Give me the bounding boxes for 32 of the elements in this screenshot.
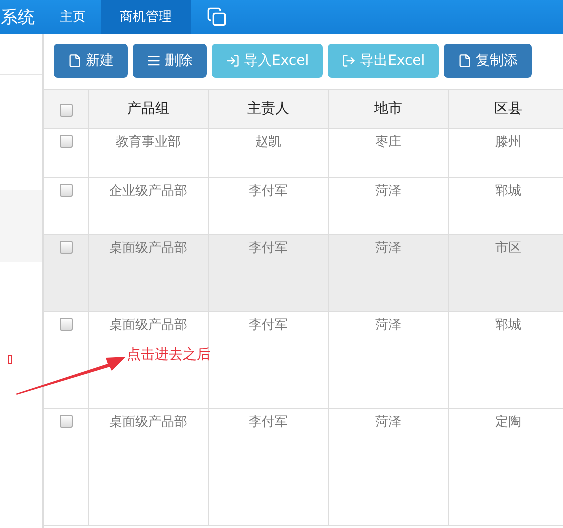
list-icon <box>147 54 161 68</box>
checkbox[interactable] <box>60 241 72 254</box>
sign-out-icon <box>342 54 356 68</box>
toolbar-button[interactable]: 复制添 <box>444 44 532 78</box>
checkbox[interactable] <box>60 415 72 428</box>
nav-tab[interactable]: 商机管理 <box>101 0 191 34</box>
table-row[interactable]: 教育事业部 赵凯 枣庄 滕州 <box>44 129 563 178</box>
file-icon <box>458 54 472 68</box>
toolbar-button[interactable]: 新建 <box>54 44 128 78</box>
annotation-text: 点击进去之后 <box>127 346 211 364</box>
checkbox[interactable] <box>60 184 72 197</box>
nav-tab[interactable]: 主页 <box>45 0 101 34</box>
table-cell: 菏泽 <box>329 409 449 526</box>
table-row[interactable]: 企业级产品部 李付军 菏泽 郓城 <box>44 178 563 235</box>
checkbox[interactable] <box>60 135 72 148</box>
sign-in-icon <box>226 54 240 68</box>
app-title: 系统 <box>0 6 36 30</box>
table-cell: 李付军 <box>209 409 329 526</box>
checkbox[interactable] <box>60 104 72 116</box>
toolbar-button[interactable]: 删除 <box>133 44 207 78</box>
table-row[interactable]: 桌面级产品部 李付军 菏泽 定陶 <box>44 409 563 526</box>
checkbox[interactable] <box>60 318 72 331</box>
file-icon <box>68 54 82 68</box>
table-cell: 定陶 <box>449 409 563 526</box>
column-header: 区县 <box>449 90 563 129</box>
column-header: 地市 <box>329 90 449 129</box>
column-header: 产品组 <box>89 90 209 129</box>
marker-icon <box>8 356 12 364</box>
table-row[interactable]: 桌面级产品部 李付军 菏泽 市区 <box>44 235 563 312</box>
column-header: 主责人 <box>209 90 329 129</box>
copy-icon[interactable] <box>207 7 227 27</box>
table-cell: 桌面级产品部 <box>89 409 209 526</box>
